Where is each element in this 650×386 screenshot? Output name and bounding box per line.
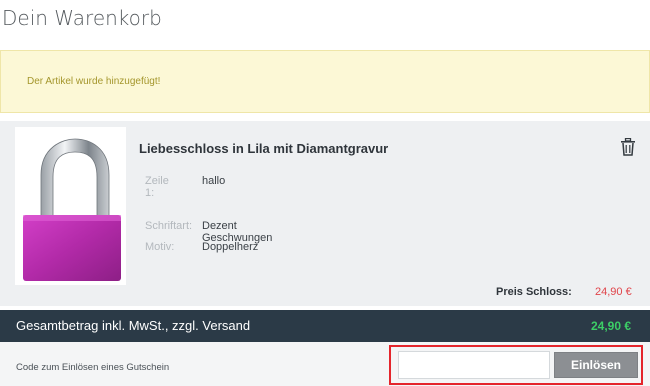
product-name[interactable]: Liebesschloss in Lila mit Diamantgravur (139, 141, 388, 156)
product-image[interactable] (15, 127, 126, 285)
voucher-row: Code zum Einlösen eines Gutschein Einlös… (0, 342, 650, 386)
detail-value: Doppelherz (202, 241, 259, 253)
redeem-button[interactable]: Einlösen (554, 352, 638, 378)
page-title: Dein Warenkorb (2, 6, 162, 30)
total-label: Gesamtbetrag inkl. MwSt., zzgl. Versand (16, 318, 251, 333)
total-value: 24,90 € (591, 319, 632, 333)
detail-label: Motiv: (145, 241, 175, 253)
detail-value: hallo (202, 175, 226, 187)
voucher-label: Code zum Einlösen eines Gutschein (16, 362, 170, 373)
notice-text: Der Artikel wurde hinzugefügt! (27, 76, 161, 87)
detail-label: Zeile 1: (145, 175, 169, 199)
success-notice: Der Artikel wurde hinzugefügt! (0, 50, 650, 113)
cart-item: Liebesschloss in Lila mit Diamantgravur … (0, 121, 650, 306)
padlock-purple-image (23, 138, 121, 281)
voucher-form: Einlösen (389, 345, 643, 385)
price-value: 24,90 € (595, 286, 632, 298)
trash-icon (621, 138, 635, 156)
price-label: Preis Schloss: (496, 286, 572, 298)
remove-item-button[interactable] (620, 138, 636, 156)
total-bar: Gesamtbetrag inkl. MwSt., zzgl. Versand … (0, 310, 650, 342)
detail-label: Schriftart: (145, 220, 193, 232)
voucher-code-input[interactable] (398, 351, 550, 379)
